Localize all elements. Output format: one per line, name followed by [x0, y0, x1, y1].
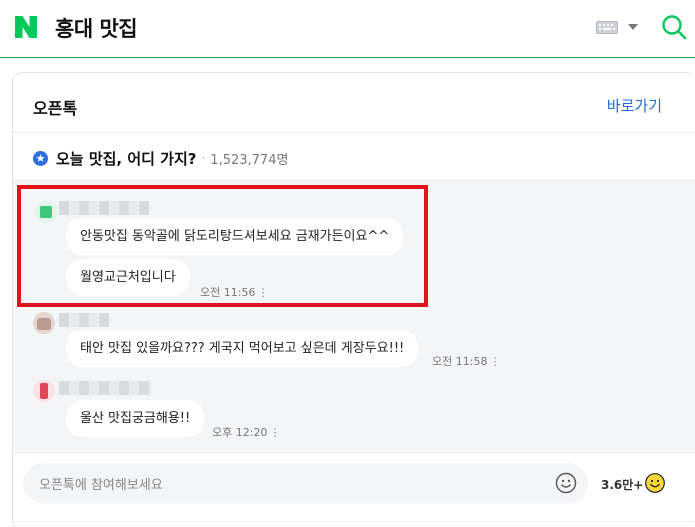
- more-options-icon[interactable]: ⋮: [489, 355, 500, 368]
- user-avatar[interactable]: [33, 312, 55, 334]
- time-text: 오후 12:20: [212, 426, 268, 439]
- input-placeholder: 오픈톡에 참여해보세요: [39, 478, 163, 493]
- time-text: 오전 11:58: [432, 355, 488, 368]
- room-name[interactable]: 오늘 맛집, 어디 가지?: [56, 148, 196, 169]
- divider: [13, 452, 695, 453]
- message-text: 태안 맛집 있을까요??? 게국지 먹어보고 싶은데 게장두요!!!: [80, 341, 405, 356]
- naver-logo-icon[interactable]: [13, 14, 39, 40]
- shortcut-link[interactable]: 바로가기: [607, 95, 662, 116]
- search-header: 홍대 맛집: [0, 0, 695, 58]
- participant-count: 3.6만+: [601, 478, 644, 492]
- separator: ·: [201, 151, 206, 165]
- message-bubble[interactable]: 태안 맛집 있을까요??? 게국지 먹어보고 싶은데 게장두요!!!: [66, 330, 419, 367]
- highlight-box: [17, 185, 428, 307]
- blurred-nickname: [59, 313, 109, 327]
- keyboard-icon[interactable]: [596, 21, 618, 34]
- message-text: 울산 맛집궁금해용!!: [80, 411, 191, 426]
- message-bubble[interactable]: 울산 맛집궁금해용!!: [66, 400, 205, 437]
- open-talk-badge-icon: [33, 150, 48, 166]
- member-count: 1,523,774명: [210, 152, 289, 168]
- message-time: 오후 12:20 ⋮: [212, 424, 280, 440]
- user-avatar[interactable]: [33, 380, 55, 402]
- message-time: 오전 11:58 ⋮: [432, 353, 500, 369]
- divider: [13, 132, 695, 133]
- more-options-icon[interactable]: ⋮: [269, 426, 280, 439]
- chat-input[interactable]: 오픈톡에 참여해보세요: [23, 463, 588, 503]
- blurred-nickname: [59, 381, 151, 395]
- card-title: 오픈톡: [33, 99, 78, 118]
- emoji-icon[interactable]: [555, 472, 577, 494]
- search-icon[interactable]: [661, 14, 687, 40]
- chat-room-row[interactable]: 오늘 맛집, 어디 가지? · 1,523,774명: [33, 147, 288, 169]
- search-query-text[interactable]: 홍대 맛집: [55, 13, 138, 43]
- chevron-down-icon[interactable]: [628, 24, 638, 31]
- divider: [13, 521, 695, 522]
- smile-emoji-icon[interactable]: [645, 473, 665, 493]
